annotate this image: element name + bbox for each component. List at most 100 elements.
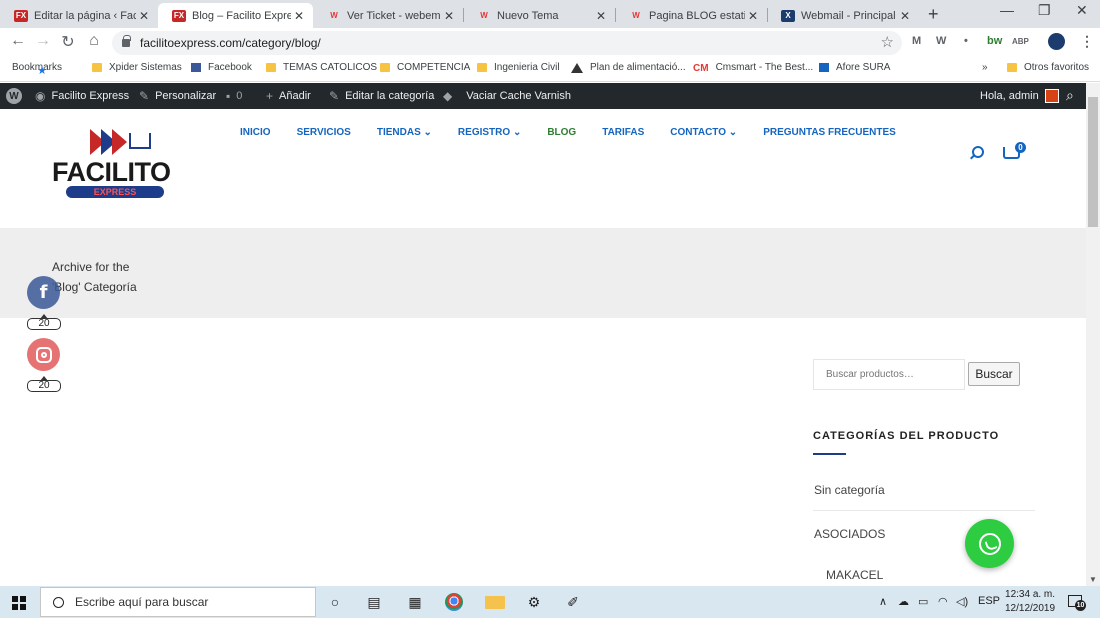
whatsapp-button[interactable] [965, 519, 1014, 568]
language-indicator[interactable]: ESP [978, 595, 1000, 607]
product-search-button[interactable]: Buscar [968, 362, 1020, 386]
task-view-icon[interactable]: ▤ [364, 593, 384, 611]
forward-icon[interactable]: → [33, 32, 53, 50]
battery-icon[interactable]: ▭ [918, 595, 928, 608]
browser-toolbar: ← → ↻ ⌂ facilitoexpress.com/category/blo… [0, 28, 1100, 58]
bookmarks-bar: ★ Bookmarks Xpider Sistemas Facebook TEMA… [0, 58, 1100, 82]
lock-icon [122, 35, 131, 47]
pin-extension-icon[interactable]: • [964, 35, 968, 47]
site-logo[interactable]: FACILITO EXPRESS [52, 129, 197, 207]
admin-edit-category[interactable]: ✎ Editar la categoría [329, 89, 434, 103]
menu-item-tarifas[interactable]: TARIFAS [602, 127, 644, 138]
plus-icon: + [266, 89, 274, 103]
w-icon: W [330, 11, 338, 20]
paint-icon[interactable]: ✐ [563, 593, 583, 611]
restore-icon[interactable]: ❐ [1038, 2, 1051, 19]
browser-tab-edit-page[interactable]: FX Editar la página ‹ Facilit ✕ [0, 3, 158, 28]
settings-gear-icon[interactable]: ⚙ [524, 593, 544, 611]
bookmark-star-icon[interactable]: ☆ [881, 33, 894, 51]
close-icon[interactable]: ✕ [291, 9, 307, 23]
browser-tab-ticket[interactable]: W Ver Ticket - webempres ✕ [313, 3, 463, 28]
reload-icon[interactable]: ↻ [58, 32, 78, 52]
bookmark-facebook[interactable]: Facebook [191, 62, 252, 73]
close-icon[interactable]: ✕ [593, 9, 609, 23]
admin-add-new[interactable]: + Añadir [266, 89, 311, 103]
taskbar-search[interactable]: Escribe aquí para buscar [40, 587, 316, 617]
menu-item-registro[interactable]: REGISTRO ⌄ [458, 127, 521, 138]
product-search-input[interactable] [813, 359, 965, 390]
profile-avatar-icon[interactable] [1048, 33, 1065, 50]
file-explorer-icon[interactable] [485, 596, 505, 609]
browser-tab-nuevo-tema[interactable]: W Nuevo Tema ✕ [463, 3, 615, 28]
bookmark-cmsmart[interactable]: CM Cmsmart - The Best... [693, 62, 813, 74]
bookmark-afore-sura[interactable]: Afore SURA [819, 62, 890, 73]
page-scrollbar[interactable]: ▼ [1086, 83, 1100, 586]
windows-start-icon[interactable] [12, 596, 26, 610]
menu-item-contacto[interactable]: CONTACTO ⌄ [670, 127, 737, 138]
admin-customize[interactable]: ✎ Personalizar [139, 89, 216, 103]
volume-icon[interactable]: ◁) [956, 595, 968, 608]
instagram-icon[interactable] [27, 338, 60, 371]
minimize-icon[interactable]: — [1000, 2, 1014, 18]
admin-comments[interactable]: ▪ 0 [226, 89, 242, 103]
menu-item-inicio[interactable]: INICIO [240, 127, 271, 138]
category-item[interactable]: MAKACEL [826, 568, 883, 582]
menu-item-blog[interactable]: BLOG [547, 127, 576, 138]
close-icon[interactable]: ✕ [745, 9, 761, 23]
folder-icon [1007, 63, 1017, 72]
gmail-extension-icon[interactable]: M [912, 35, 921, 47]
facebook-icon[interactable]: f [27, 276, 60, 309]
close-icon[interactable]: ✕ [441, 9, 457, 23]
search-icon[interactable] [972, 146, 984, 158]
bookmark-xpider[interactable]: Xpider Sistemas [92, 62, 182, 73]
wifi-icon[interactable]: ◠ [938, 595, 948, 608]
menu-item-servicios[interactable]: SERVICIOS [297, 127, 351, 138]
cloud-icon[interactable]: ☁ [898, 595, 909, 608]
folder-icon [477, 63, 487, 72]
close-icon[interactable]: ✕ [136, 9, 152, 23]
notification-center-icon[interactable]: 10 [1068, 595, 1086, 611]
url-text: facilitoexpress.com/category/blog/ [140, 36, 321, 50]
admin-site-name[interactable]: ◉ Facilito Express [35, 89, 129, 103]
browser-tab-blog[interactable]: FX Blog – Facilito Express ✕ [158, 3, 313, 28]
bookmark-competencia[interactable]: COMPETENCIA [380, 62, 470, 73]
admin-account[interactable]: Hola, admin [980, 89, 1059, 103]
chrome-icon[interactable] [445, 593, 463, 611]
back-icon[interactable]: ← [8, 32, 28, 50]
wordpress-extension-icon[interactable]: W [936, 35, 946, 47]
social-facebook[interactable]: f 20 [27, 276, 61, 330]
browser-tab-pagina-blog[interactable]: W Pagina BLOG estatica n ✕ [615, 3, 767, 28]
new-tab-button[interactable]: + [928, 4, 939, 25]
browser-tab-webmail[interactable]: X Webmail - Principal ✕ [767, 3, 919, 28]
category-item[interactable]: Sin categoría [814, 483, 885, 497]
cart-count-badge: 0 [1015, 142, 1026, 153]
admin-purge-cache[interactable]: ◆ Vaciar Cache Varnish [443, 89, 571, 103]
menu-item-preguntas-frecuentes[interactable]: PREGUNTAS FRECUENTES [763, 127, 896, 138]
tray-chevron-icon[interactable]: ∧ [879, 595, 887, 608]
clock[interactable]: 12:34 a. m. 12/12/2019 [1005, 588, 1055, 616]
bookmark-temas-catolicos[interactable]: TEMAS CATOLICOS [266, 62, 377, 73]
bookmark-bookmarks[interactable]: ★ Bookmarks [12, 62, 62, 77]
scroll-down-icon[interactable]: ▼ [1089, 575, 1097, 584]
bw-extension-icon[interactable]: bw [987, 35, 1002, 47]
close-icon[interactable]: ✕ [897, 9, 913, 23]
bookmarks-overflow[interactable]: » [982, 62, 988, 73]
menu-dots-icon[interactable]: ⋮ [1080, 33, 1094, 50]
category-item[interactable]: ASOCIADOS [814, 527, 885, 541]
calculator-icon[interactable]: ▦ [405, 593, 425, 611]
adblock-extension-icon[interactable]: ABP [1012, 37, 1029, 46]
window-close-icon[interactable]: ✕ [1076, 2, 1088, 19]
bookmark-plan-alimentacion[interactable]: Plan de alimentació... [571, 62, 686, 73]
cortana-icon[interactable]: ○ [325, 593, 345, 611]
home-icon[interactable]: ⌂ [84, 32, 104, 50]
scrollbar-thumb[interactable] [1088, 97, 1098, 227]
share-count: 20 [27, 376, 61, 392]
wordpress-logo-icon[interactable]: W [6, 88, 22, 104]
square-icon [819, 63, 829, 72]
bookmark-otros-favoritos[interactable]: Otros favoritos [1007, 62, 1089, 73]
address-bar[interactable]: facilitoexpress.com/category/blog/ ☆ [112, 31, 902, 55]
bookmark-ingenieria-civil[interactable]: Ingenieria Civil [477, 62, 560, 73]
menu-item-tiendas[interactable]: TIENDAS ⌄ [377, 127, 432, 138]
admin-search-icon[interactable]: ⌕ [1066, 87, 1074, 104]
social-instagram[interactable]: 20 [27, 338, 61, 392]
